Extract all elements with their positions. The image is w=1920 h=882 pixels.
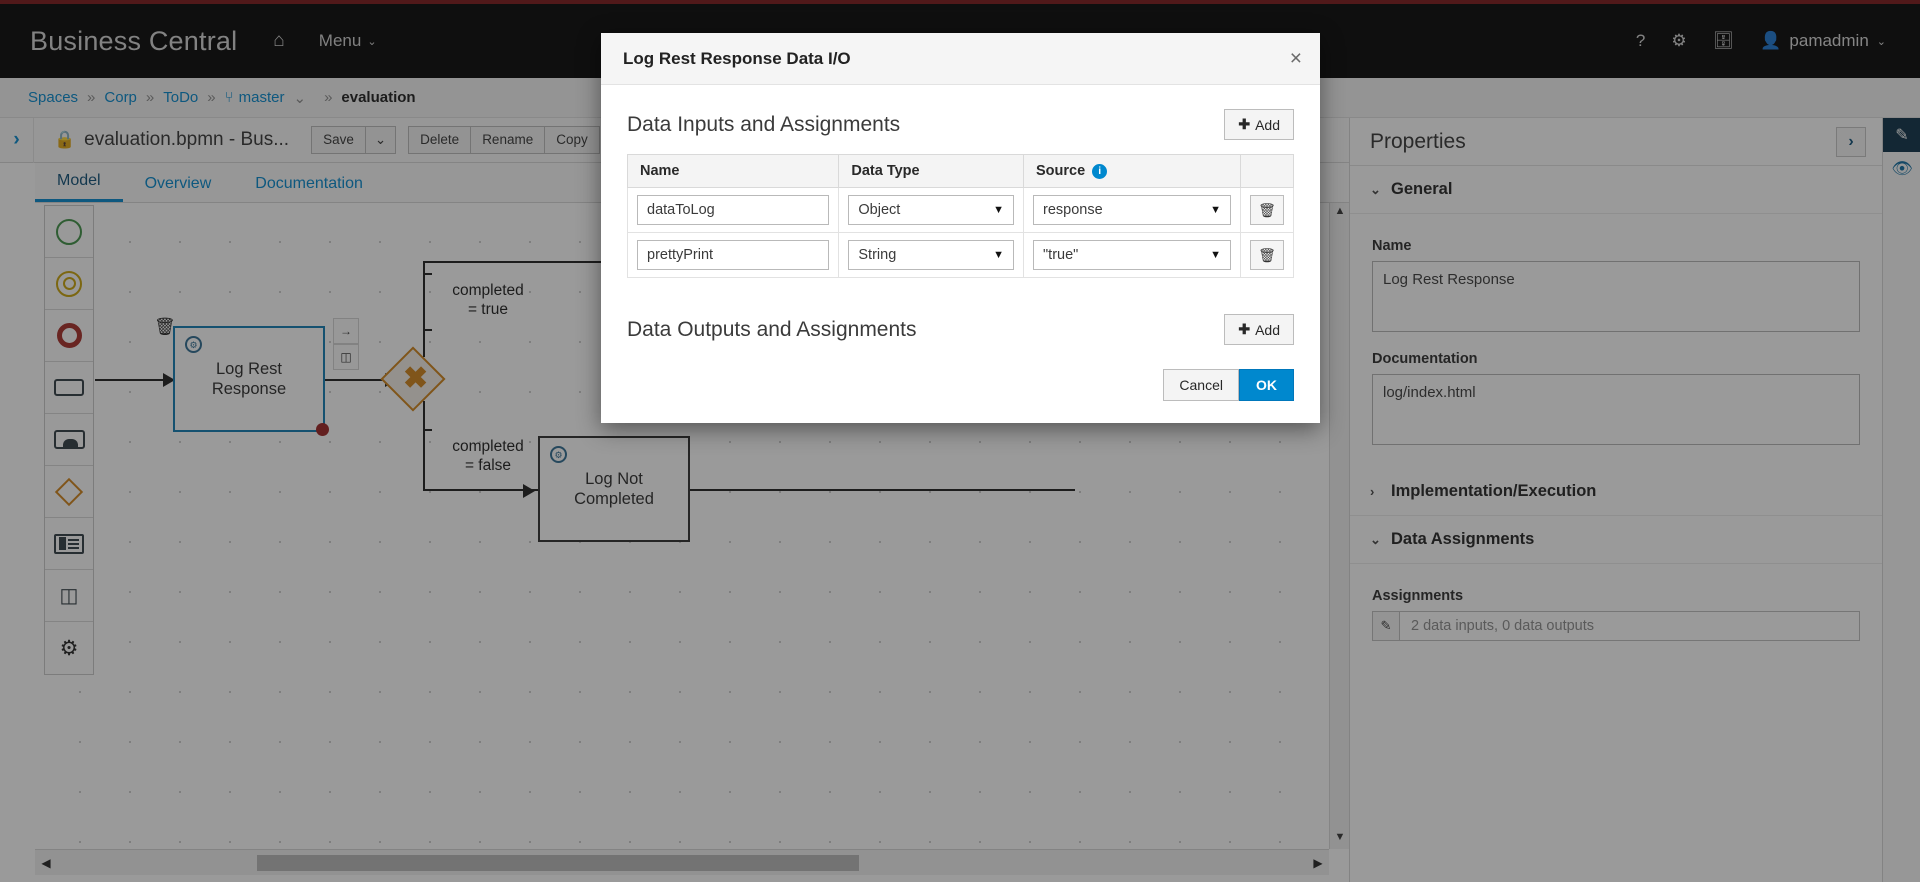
select-source-1[interactable]: "true" ▼ <box>1033 240 1231 270</box>
cell-source: "true" ▼ <box>1023 232 1241 278</box>
add-data-output-button[interactable]: ✚ Add <box>1224 314 1294 345</box>
trash-icon: 🗑 <box>1258 201 1276 218</box>
column-header-actions <box>1240 154 1294 188</box>
input-name-0[interactable]: dataToLog <box>637 195 830 225</box>
table-header-row: Name Data Type Source i <box>626 154 1294 188</box>
data-io-dialog: Log Rest Response Data I/O × Data Inputs… <box>601 33 1320 423</box>
plus-icon: ✚ <box>1238 321 1251 337</box>
cell-source: response ▼ <box>1023 187 1241 233</box>
select-data-type-0[interactable]: Object ▼ <box>848 195 1015 225</box>
dialog-footer: Cancel OK <box>601 355 1320 423</box>
select-data-type-1[interactable]: String ▼ <box>848 240 1015 270</box>
info-icon[interactable]: i <box>1092 163 1108 179</box>
input-name-1[interactable]: prettyPrint <box>637 240 830 270</box>
chevron-down-icon: ▼ <box>993 249 1005 261</box>
cancel-button[interactable]: Cancel <box>1163 369 1239 401</box>
select-data-type-1-value: String <box>858 247 897 263</box>
delete-row-button-1[interactable]: 🗑 <box>1250 240 1284 270</box>
dialog-body: Data Inputs and Assignments ✚ Add Name D… <box>601 85 1320 355</box>
cell-name: dataToLog <box>626 187 840 233</box>
cell-data-type: String ▼ <box>838 232 1025 278</box>
table-row: prettyPrint String ▼ "true" ▼ 🗑 <box>626 232 1294 278</box>
chevron-down-icon: ▼ <box>993 204 1005 216</box>
chevron-down-icon: ▼ <box>1210 249 1221 261</box>
select-source-1-value: "true" <box>1043 247 1079 263</box>
ok-button[interactable]: OK <box>1239 369 1294 401</box>
data-outputs-title: Data Outputs and Assignments <box>627 317 917 341</box>
trash-icon: 🗑 <box>1258 246 1276 263</box>
dialog-title: Log Rest Response Data I/O <box>623 48 851 68</box>
close-icon[interactable]: × <box>1290 48 1302 69</box>
column-header-name: Name <box>626 154 840 188</box>
cell-data-type: Object ▼ <box>838 187 1025 233</box>
dialog-header: Log Rest Response Data I/O × <box>601 33 1320 85</box>
select-source-0-value: response <box>1043 202 1103 218</box>
cell-actions: 🗑 <box>1240 232 1294 278</box>
data-inputs-table: Name Data Type Source i dataToLog Object… <box>626 154 1294 278</box>
add-data-input-button[interactable]: ✚ Add <box>1224 109 1294 140</box>
cell-name: prettyPrint <box>626 232 840 278</box>
add-label: Add <box>1255 321 1280 338</box>
column-header-data-type: Data Type <box>838 154 1025 188</box>
column-header-source: Source i <box>1023 154 1241 188</box>
cell-actions: 🗑 <box>1240 187 1294 233</box>
select-source-0[interactable]: response ▼ <box>1033 195 1231 225</box>
column-header-source-label: Source <box>1036 163 1086 179</box>
chevron-down-icon: ▼ <box>1210 204 1221 216</box>
data-inputs-title: Data Inputs and Assignments <box>627 112 901 136</box>
table-row: dataToLog Object ▼ response ▼ 🗑 <box>626 187 1294 233</box>
plus-icon: ✚ <box>1238 116 1251 132</box>
add-label: Add <box>1255 116 1280 133</box>
delete-row-button-0[interactable]: 🗑 <box>1250 195 1284 225</box>
select-data-type-0-value: Object <box>858 202 901 218</box>
